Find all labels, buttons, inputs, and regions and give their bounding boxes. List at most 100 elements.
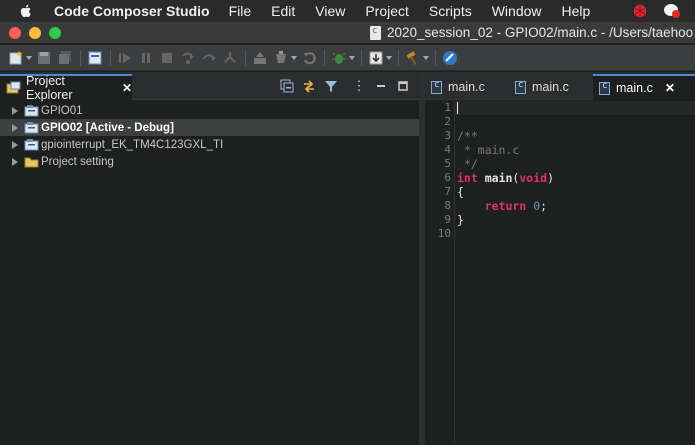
window-title: 2020_session_02 - GPIO02/main.c - /Users… [370, 25, 693, 40]
macos-menu-bar: Code Composer Studio File Edit View Proj… [0, 0, 695, 22]
suspend-icon[interactable] [138, 50, 154, 66]
step-return-icon[interactable] [222, 50, 238, 66]
menu-edit[interactable]: Edit [271, 3, 295, 19]
window-title-bar: 2020_session_02 - GPIO02/main.c - /Users… [0, 22, 695, 44]
line-number: 6 [444, 171, 451, 184]
menu-file[interactable]: File [229, 3, 252, 19]
load-program-icon[interactable] [252, 50, 268, 66]
folder-icon [24, 155, 39, 168]
line-number: 2 [444, 115, 451, 128]
menu-view[interactable]: View [315, 3, 345, 19]
document-icon [370, 25, 381, 40]
editor-tab-label: main.c [616, 81, 653, 95]
link-with-editor-icon[interactable] [301, 78, 317, 94]
ccs-project-icon [24, 104, 39, 117]
c-file-icon [599, 81, 610, 95]
editor-area: main.c main.c main.c ✕ 1 2 3 4 5 6 7 8 9… [425, 72, 695, 445]
zoom-window-button[interactable] [49, 27, 61, 39]
tree-item-gpio01[interactable]: GPIO01 [0, 102, 419, 119]
toolbar-separator [361, 49, 362, 66]
hammer-icon[interactable] [405, 50, 421, 66]
new-icon[interactable] [8, 50, 24, 66]
tree-item-label: GPIO02 [Active - Debug] [41, 121, 174, 134]
close-tab-icon[interactable]: ✕ [665, 81, 675, 95]
tree-item-project-setting[interactable]: Project setting [0, 153, 419, 170]
menu-scripts[interactable]: Scripts [429, 3, 472, 19]
chat-notification-icon[interactable] [663, 2, 681, 20]
menu-project[interactable]: Project [365, 3, 409, 19]
toolbar-separator [435, 49, 436, 66]
window-title-text: 2020_session_02 - GPIO02/main.c - /Users… [387, 25, 694, 40]
project-explorer-icon [6, 81, 21, 95]
menu-window[interactable]: Window [492, 3, 542, 19]
close-tab-icon[interactable]: ✕ [122, 81, 132, 95]
restart-icon[interactable] [301, 50, 317, 66]
code-line-3: /** [457, 129, 478, 143]
new-dropdown-caret[interactable] [26, 55, 32, 60]
editor-tab-active[interactable]: main.c ✕ [593, 74, 695, 100]
build-icon[interactable] [368, 50, 384, 66]
save-all-icon[interactable] [57, 50, 73, 66]
expand-arrow-icon[interactable] [12, 140, 18, 149]
tree-item-gpio02[interactable]: GPIO02 [Active - Debug] [0, 119, 419, 136]
code-line-4: * main.c [457, 143, 520, 157]
keyword-int: int [457, 171, 478, 185]
function-name: main [484, 171, 513, 185]
ccs-app-center-icon[interactable] [442, 50, 458, 66]
line-number-gutter: 1 2 3 4 5 6 7 8 9 10 [425, 101, 455, 445]
expand-arrow-icon[interactable] [12, 157, 18, 166]
apple-menu-icon[interactable] [18, 3, 34, 19]
flash-icon[interactable] [273, 50, 289, 66]
ccs-project-icon [24, 138, 39, 151]
resume-icon[interactable] [117, 50, 133, 66]
code-line-5: */ [457, 157, 478, 171]
step-over-icon[interactable] [201, 50, 217, 66]
status-cube-icon[interactable] [631, 2, 649, 20]
code-line-8: return 0; [457, 199, 547, 213]
toolbar-separator [324, 49, 325, 66]
save-icon[interactable] [36, 50, 52, 66]
code-editor[interactable]: 1 2 3 4 5 6 7 8 9 10 /** * main.c */ int… [425, 101, 695, 445]
c-file-icon [431, 80, 442, 94]
flash-dropdown-caret[interactable] [291, 55, 297, 60]
editor-tabbar: main.c main.c main.c ✕ [425, 72, 695, 100]
tree-item-label: gpiointerrupt_EK_TM4C123GXL_TI [41, 138, 224, 151]
debug-dropdown-caret[interactable] [349, 55, 355, 60]
line-number: 9 [444, 213, 451, 226]
minimize-view-icon[interactable] [373, 78, 389, 94]
build-dropdown-caret[interactable] [386, 55, 392, 60]
code-line-9: } [457, 213, 464, 227]
project-explorer-tabbar: Project Explorer ✕ ⋮ [0, 72, 419, 102]
project-tree: GPIO01 GPIO02 [Active - Debug] gpiointer… [0, 100, 419, 170]
menu-help[interactable]: Help [562, 3, 591, 19]
filter-icon[interactable] [323, 78, 339, 94]
toolbar-separator [245, 49, 246, 66]
tab-project-explorer[interactable]: Project Explorer ✕ [0, 74, 132, 102]
view-menu-icon[interactable]: ⋮ [351, 78, 367, 94]
collapse-all-icon[interactable] [279, 78, 295, 94]
hammer-dropdown-caret[interactable] [423, 55, 429, 60]
debug-icon[interactable] [331, 50, 347, 66]
editor-tab[interactable]: main.c [509, 74, 593, 100]
tree-item-label: Project setting [41, 155, 114, 168]
line-number: 5 [444, 157, 451, 170]
c-file-icon [515, 80, 526, 94]
minimize-window-button[interactable] [29, 27, 41, 39]
keyword-void: void [519, 171, 548, 185]
line-number: 7 [444, 185, 451, 198]
toolbar-separator [398, 49, 399, 66]
terminate-icon[interactable] [159, 50, 175, 66]
tree-item-gpiointerrupt[interactable]: gpiointerrupt_EK_TM4C123GXL_TI [0, 136, 419, 153]
expand-arrow-icon[interactable] [12, 106, 18, 115]
ccs-project-icon [24, 121, 39, 134]
step-into-icon[interactable] [180, 50, 196, 66]
code-line-6: int main(void) [457, 171, 554, 185]
app-menu[interactable]: Code Composer Studio [54, 3, 210, 19]
expand-arrow-icon[interactable] [12, 123, 18, 132]
console-icon[interactable] [87, 50, 103, 66]
close-window-button[interactable] [9, 27, 21, 39]
maximize-view-icon[interactable] [395, 78, 411, 94]
line-number: 3 [444, 129, 451, 142]
project-explorer-view: Project Explorer ✕ ⋮ GPIO01 GPIO02 [Acti… [0, 72, 419, 445]
editor-tab[interactable]: main.c [425, 74, 507, 100]
